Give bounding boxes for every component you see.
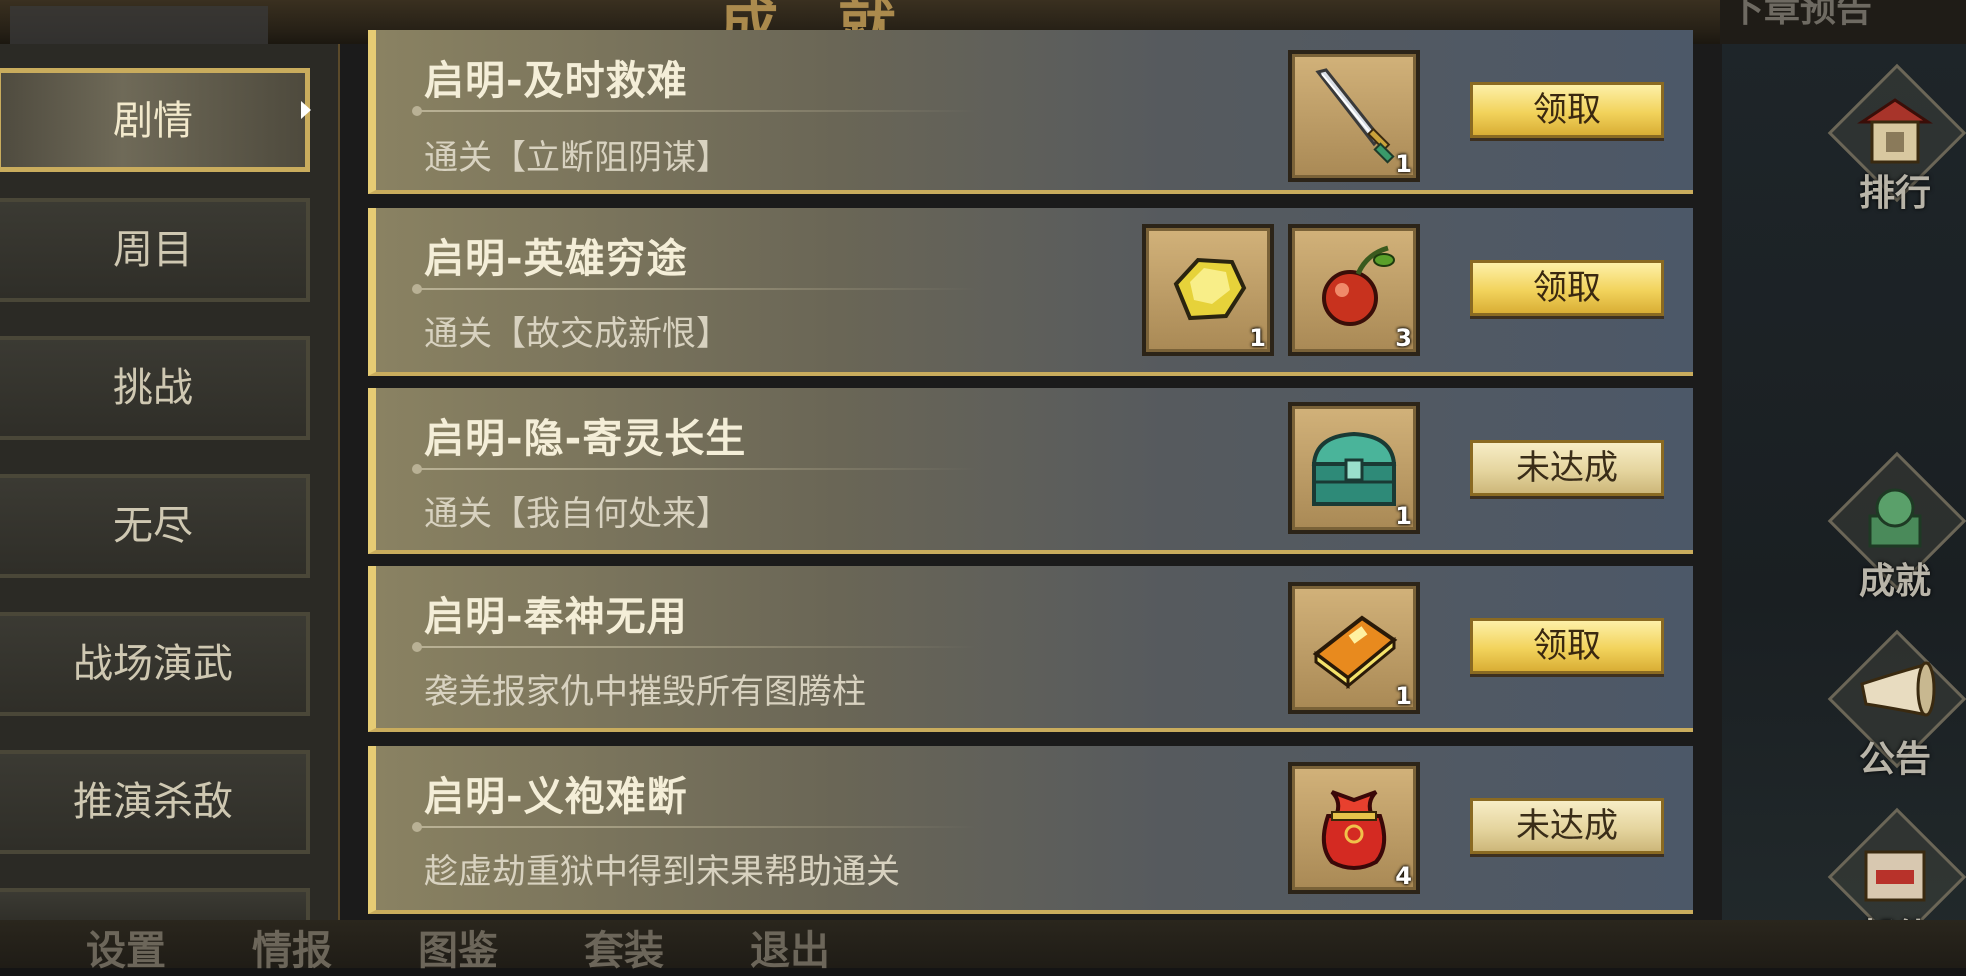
- red-fruit-icon: [1322, 245, 1395, 326]
- jade-chest-icon: [1311, 431, 1397, 506]
- quest-divider: [412, 284, 976, 294]
- active-tab-pointer-icon: [301, 101, 311, 119]
- tab-playthrough[interactable]: 周目: [0, 198, 310, 302]
- tab-simulation-kills[interactable]: 推演杀敌: [0, 750, 310, 854]
- notice-button[interactable]: 公告: [1827, 629, 1966, 780]
- tab-endless[interactable]: 无尽: [0, 474, 310, 578]
- quest-row: 启明-及时救难 通关【立断阻阴谋】 1 领取: [368, 30, 1693, 194]
- claim-button[interactable]: 领取: [1470, 618, 1664, 674]
- ranking-icon: [1857, 98, 1933, 164]
- achievement-button[interactable]: 成就: [1827, 451, 1966, 602]
- horn-icon: [1860, 661, 1936, 717]
- bottom-item-intel[interactable]: 情报: [252, 918, 332, 976]
- quest-divider: [412, 822, 976, 832]
- reward-count: 4: [1395, 862, 1412, 890]
- reward-slot[interactable]: 1: [1142, 224, 1274, 356]
- quest-divider: [412, 642, 976, 652]
- book-icon: [1312, 615, 1398, 690]
- bottom-item-sets[interactable]: 套装: [584, 918, 664, 976]
- tab-battlefield-drill[interactable]: 战场演武: [0, 612, 310, 716]
- achievement-label: 成就: [1858, 561, 1931, 602]
- quest-desc: 通关【故交成新恨】: [424, 314, 730, 354]
- quest-row: 启明-隐-寄灵长生 通关【我自何处来】 1 未达成: [368, 388, 1693, 554]
- reward-slot[interactable]: 4: [1288, 762, 1420, 894]
- quest-desc: 通关【立断阻阴谋】: [424, 138, 730, 178]
- reward-count: 1: [1395, 150, 1412, 178]
- quest-row: 启明-奉神无用 袭羌报家仇中摧毁所有图腾柱 1 领取: [368, 566, 1693, 732]
- quest-title: 启明-奉神无用: [424, 594, 688, 640]
- quest-divider: [412, 464, 976, 474]
- not-achieved-button[interactable]: 未达成: [1470, 798, 1664, 854]
- tab-challenge[interactable]: 挑战: [0, 336, 310, 440]
- quest-row: 启明-英雄穷途 通关【故交成新恨】 1 3 领取: [368, 208, 1693, 376]
- bottom-item-exit[interactable]: 退出: [750, 918, 830, 976]
- bottom-item-codex[interactable]: 图鉴: [418, 918, 498, 976]
- reward-count: 1: [1249, 324, 1266, 352]
- not-achieved-button[interactable]: 未达成: [1470, 440, 1664, 496]
- quest-title: 启明-英雄穷途: [424, 236, 688, 282]
- sword-icon: [1315, 68, 1395, 164]
- ranking-label: 排行: [1858, 173, 1931, 214]
- reward-slot[interactable]: 3: [1288, 224, 1420, 356]
- achievement-icon: [1868, 488, 1922, 548]
- quest-desc: 趁虚劫重狱中得到宋果帮助通关: [424, 852, 900, 892]
- notice-label: 公告: [1858, 739, 1931, 780]
- quest-divider: [412, 106, 976, 116]
- quest-desc: 通关【我自何处来】: [424, 494, 730, 534]
- bottom-item-settings[interactable]: 设置: [86, 918, 166, 976]
- claim-button[interactable]: 领取: [1470, 82, 1664, 138]
- ranking-button[interactable]: 排行: [1827, 63, 1966, 214]
- reward-slot[interactable]: 1: [1288, 582, 1420, 714]
- tab-story[interactable]: 剧情: [0, 68, 310, 172]
- reward-count: 1: [1395, 502, 1412, 530]
- gold-ore-icon: [1173, 257, 1247, 321]
- reward-slot[interactable]: 1: [1288, 50, 1420, 182]
- quest-title: 启明-隐-寄灵长生: [424, 416, 747, 462]
- claim-button[interactable]: 领取: [1470, 260, 1664, 316]
- quest-title: 启明-及时救难: [424, 58, 688, 104]
- mail-icon: [1864, 850, 1926, 902]
- quest-desc: 袭羌报家仇中摧毁所有图腾柱: [424, 672, 866, 712]
- red-pouch-icon: [1321, 790, 1387, 870]
- quest-row: 启明-义袍难断 趁虚劫重狱中得到宋果帮助通关 4 未达成: [368, 746, 1693, 914]
- reward-count: 1: [1395, 682, 1412, 710]
- reward-slot[interactable]: 1: [1288, 402, 1420, 534]
- quest-title: 启明-义袍难断: [424, 774, 688, 820]
- next-chapter-preview-tab[interactable]: 下章预告: [1720, 0, 1966, 46]
- reward-count: 3: [1395, 324, 1412, 352]
